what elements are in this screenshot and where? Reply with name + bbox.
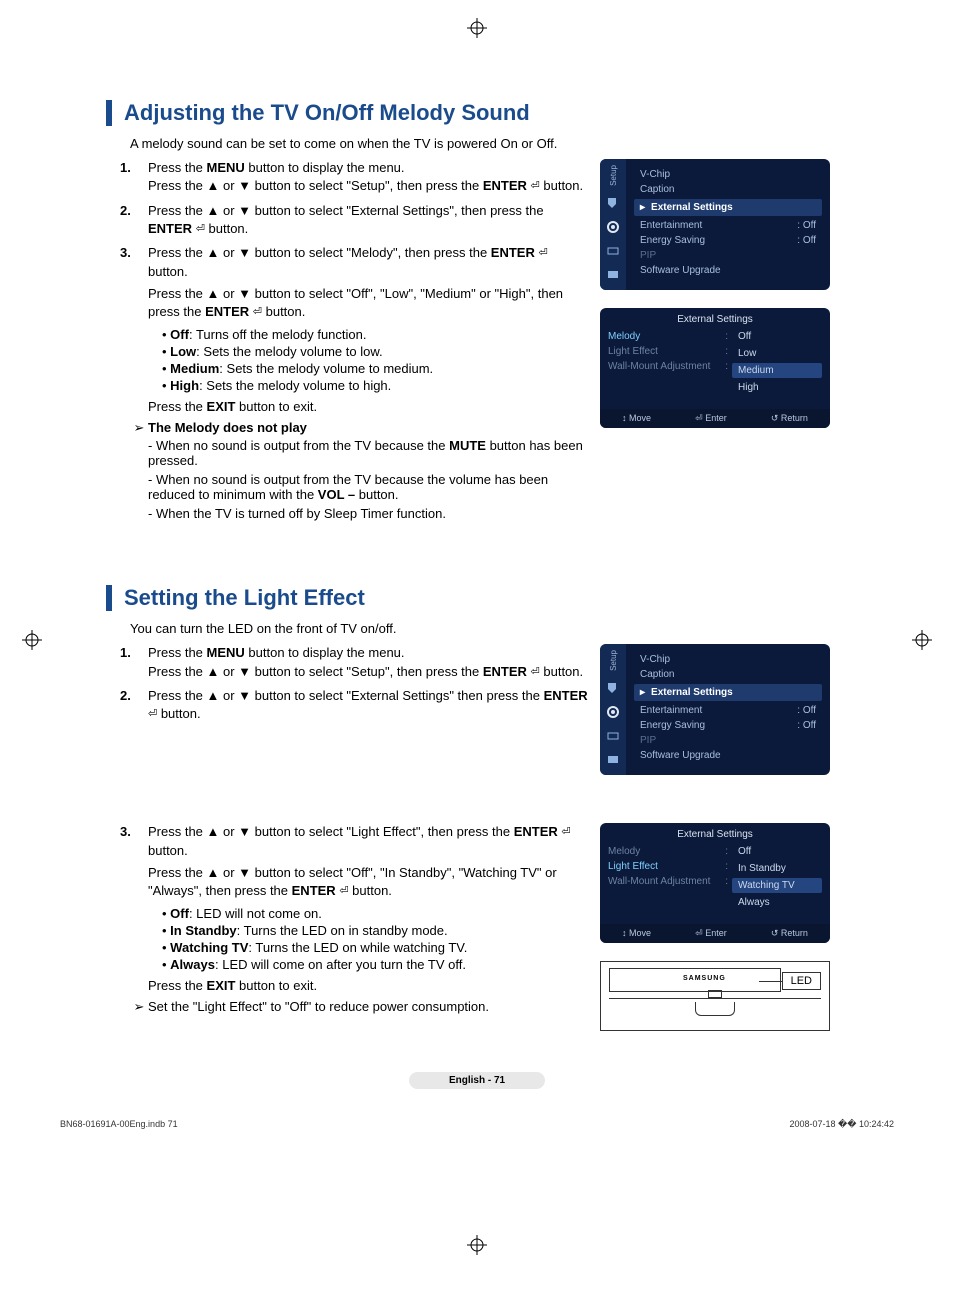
osd-highlight: ▸External Settings — [634, 199, 822, 216]
bullet-item: Low: Sets the melody volume to low. — [162, 344, 588, 359]
step-item: 2.Press the ▲ or ▼ button to select "Ext… — [120, 202, 588, 239]
bullet-item: High: Sets the melody volume to high. — [162, 378, 588, 393]
osd-item: PIP — [634, 248, 822, 263]
osd-option: Off — [732, 329, 822, 344]
app-icon — [606, 268, 620, 282]
step-item: 3.Press the ▲ or ▼ button to select "Lig… — [120, 823, 588, 900]
note-text: Set the "Light Effect" to "Off" to reduc… — [148, 999, 489, 1015]
registration-mark-icon — [22, 630, 42, 650]
osd-item: Caption — [634, 182, 822, 197]
section-intro: A melody sound can be set to come on whe… — [130, 136, 904, 151]
bullet-item: Always: LED will come on after you turn … — [162, 957, 588, 972]
bullet-item: Off: LED will not come on. — [162, 906, 588, 921]
osd-footer-hint: ⏎ Enter — [695, 413, 727, 424]
osd-item: PIP — [634, 733, 822, 748]
option-bullets: Off: Turns off the melody function. Low: … — [162, 327, 588, 393]
page-number: English - 71 — [409, 1072, 545, 1089]
osd-setup-panel: Setup V-ChipCaption ▸External Settings E… — [600, 644, 830, 775]
bullet-item: Off: Turns off the melody function. — [162, 327, 588, 342]
paint-icon — [606, 196, 620, 210]
note-list: - When no sound is output from the TV be… — [148, 438, 588, 521]
input-icon — [606, 729, 620, 743]
section-title: Adjusting the TV On/Off Melody Sound — [106, 100, 904, 126]
section-intro: You can turn the LED on the front of TV … — [130, 621, 904, 636]
note-item: - When the TV is turned off by Sleep Tim… — [148, 506, 588, 521]
bullet-item: In Standby: Turns the LED on in standby … — [162, 923, 588, 938]
osd-panel-title: External Settings — [600, 823, 830, 844]
osd-option: Medium — [732, 363, 822, 378]
osd-footer-hint: ⏎ Enter — [695, 928, 727, 939]
step-item: 1.Press the MENU button to display the m… — [120, 159, 588, 196]
osd-item: Software Upgrade — [634, 748, 822, 763]
osd-left-item: Wall-Mount Adjustment: — [608, 359, 732, 374]
osd-item: Entertainment: Off — [634, 703, 822, 718]
note-arrow-icon: ➢ — [130, 420, 148, 436]
step-item: 1.Press the MENU button to display the m… — [120, 644, 588, 681]
note-arrow-icon: ➢ — [130, 999, 148, 1015]
osd-left-item: Melody: — [608, 844, 732, 859]
osd-item: V-Chip — [634, 167, 822, 182]
steps-list: 3.Press the ▲ or ▼ button to select "Lig… — [120, 823, 588, 900]
osd-left-item: Light Effect: — [608, 859, 732, 874]
osd-item: Software Upgrade — [634, 263, 822, 278]
osd-tab-label: Setup — [609, 165, 618, 186]
file-name: BN68-01691A-00Eng.indb 71 — [60, 1119, 178, 1130]
note-item: - When no sound is output from the TV be… — [148, 438, 588, 468]
gear-icon — [606, 220, 620, 234]
osd-item: Energy Saving: Off — [634, 233, 822, 248]
osd-option: Watching TV — [732, 878, 822, 893]
step-item: 2.Press the ▲ or ▼ button to select "Ext… — [120, 687, 588, 724]
exit-instruction: Press the EXIT button to exit. — [148, 399, 588, 414]
osd-option: Off — [732, 844, 822, 859]
bullet-item: Medium: Sets the melody volume to medium… — [162, 361, 588, 376]
osd-footer-hint: ↺ Return — [771, 413, 808, 424]
osd-option: Always — [732, 895, 822, 910]
osd-footer-hint: ↕ Move — [622, 928, 651, 939]
note-title: The Melody does not play — [148, 420, 307, 436]
registration-mark-icon — [912, 630, 932, 650]
osd-option: High — [732, 380, 822, 395]
bullet-item: Watching TV: Turns the LED on while watc… — [162, 940, 588, 955]
registration-mark-icon — [467, 1235, 487, 1255]
exit-instruction: Press the EXIT button to exit. — [148, 978, 588, 993]
osd-highlight: ▸External Settings — [634, 684, 822, 701]
osd-panel-title: External Settings — [600, 308, 830, 329]
gear-icon — [606, 705, 620, 719]
osd-footer-hint: ↕ Move — [622, 413, 651, 424]
step-item: 3.Press the ▲ or ▼ button to select "Mel… — [120, 244, 588, 321]
osd-option: In Standby — [732, 861, 822, 876]
osd-left-item: Light Effect: — [608, 344, 732, 359]
osd-item: Energy Saving: Off — [634, 718, 822, 733]
osd-item: V-Chip — [634, 652, 822, 667]
osd-external-panel: External Settings Melody:Light Effect:Wa… — [600, 308, 830, 428]
steps-list: 1.Press the MENU button to display the m… — [120, 644, 588, 723]
osd-item: Caption — [634, 667, 822, 682]
osd-left-item: Wall-Mount Adjustment: — [608, 874, 732, 889]
app-icon — [606, 753, 620, 767]
file-timestamp: 2008-07-18 �� 10:24:42 — [789, 1119, 894, 1130]
input-icon — [606, 244, 620, 258]
registration-mark-icon — [467, 18, 487, 38]
osd-item: Entertainment: Off — [634, 218, 822, 233]
osd-footer-hint: ↺ Return — [771, 928, 808, 939]
option-bullets: Off: LED will not come on. In Standby: Tu… — [162, 906, 588, 972]
section-title: Setting the Light Effect — [106, 585, 904, 611]
osd-left-item: Melody: — [608, 329, 732, 344]
steps-list: 1.Press the MENU button to display the m… — [120, 159, 588, 321]
paint-icon — [606, 681, 620, 695]
osd-setup-panel: Setup V-ChipCaption ▸External Settings E… — [600, 159, 830, 290]
led-callout: LED — [782, 972, 821, 990]
osd-external-panel: External Settings Melody:Light Effect:Wa… — [600, 823, 830, 943]
note-item: - When no sound is output from the TV be… — [148, 472, 588, 502]
led-diagram: SAMSUNG LED — [600, 961, 830, 1031]
osd-option: Low — [732, 346, 822, 361]
brand-label: SAMSUNG — [683, 975, 726, 982]
osd-tab-label: Setup — [609, 650, 618, 671]
